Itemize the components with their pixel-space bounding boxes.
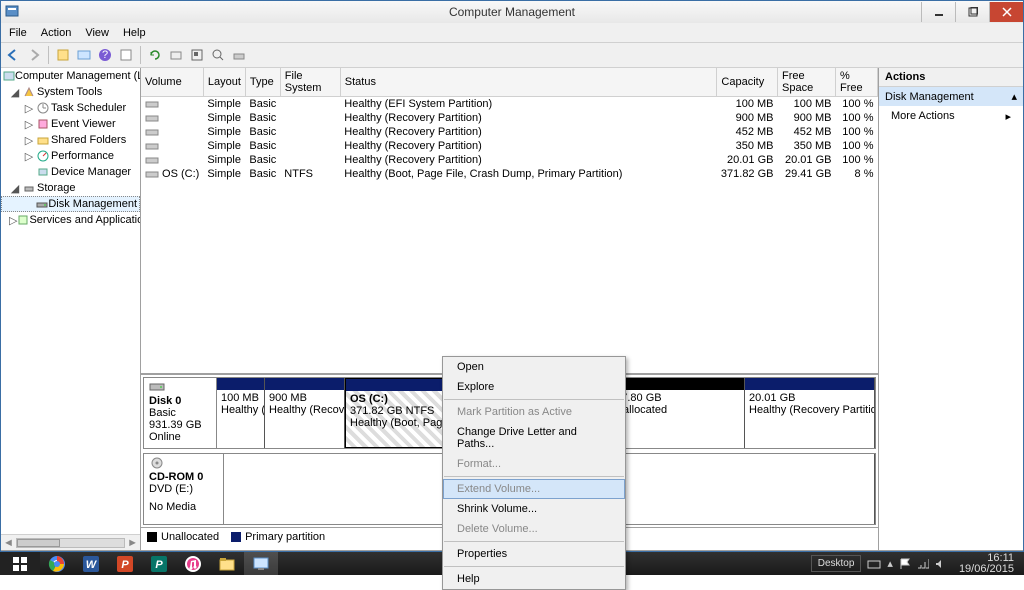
- forward-icon[interactable]: [25, 46, 43, 64]
- volume-row[interactable]: SimpleBasicHealthy (Recovery Partition)4…: [141, 125, 878, 139]
- partition[interactable]: 100 MBHealthy (E: [217, 378, 265, 448]
- volume-row[interactable]: SimpleBasicHealthy (Recovery Partition)3…: [141, 139, 878, 153]
- tray-clock[interactable]: 16:1119/06/2015: [953, 553, 1020, 575]
- toolbar-icon[interactable]: [54, 46, 72, 64]
- system-tray[interactable]: Desktop ▴ 16:1119/06/2015: [811, 553, 1024, 575]
- menu-file[interactable]: File: [3, 25, 33, 41]
- ctx-properties[interactable]: Properties: [443, 544, 625, 564]
- tree-shared-folders[interactable]: ▷Shared Folders: [1, 132, 140, 148]
- tray-up-icon[interactable]: ▴: [887, 557, 893, 570]
- submenu-arrow-icon: ▸: [1005, 110, 1011, 123]
- tree-device-manager[interactable]: Device Manager: [1, 164, 140, 180]
- toolbar-icon[interactable]: [230, 46, 248, 64]
- actions-section[interactable]: Disk Management▴: [879, 87, 1023, 106]
- tree-system-tools[interactable]: ◢System Tools: [1, 84, 140, 100]
- ctx-help[interactable]: Help: [443, 569, 625, 589]
- partition[interactable]: 537.80 GBUnallocated: [605, 378, 745, 448]
- cdrom-icon: [149, 457, 218, 469]
- disk-icon: [149, 381, 211, 393]
- svg-text:P: P: [121, 559, 129, 571]
- actions-pane: Actions Disk Management▴ More Actions▸: [879, 68, 1023, 550]
- volume-list[interactable]: Volume Layout Type File System Status Ca…: [141, 68, 878, 373]
- context-menu: Open Explore Mark Partition as Active Ch…: [442, 356, 626, 590]
- tree-scrollbar[interactable]: ◄►: [1, 534, 140, 550]
- tree-root[interactable]: Computer Management (Local: [1, 68, 140, 84]
- help-icon[interactable]: ?: [96, 46, 114, 64]
- toolbar-icon[interactable]: [117, 46, 135, 64]
- col-type[interactable]: Type: [245, 68, 280, 97]
- tray-network-icon[interactable]: [917, 558, 929, 570]
- start-button[interactable]: [0, 552, 40, 575]
- ctx-explore[interactable]: Explore: [443, 377, 625, 397]
- menubar: File Action View Help: [1, 23, 1023, 42]
- menu-help[interactable]: Help: [117, 25, 152, 41]
- actions-header: Actions: [879, 68, 1023, 87]
- toolbar: ?: [1, 42, 1023, 68]
- disk-0-header[interactable]: Disk 0 Basic 931.39 GB Online: [144, 378, 217, 448]
- tree-event-viewer[interactable]: ▷Event Viewer: [1, 116, 140, 132]
- svg-text:?: ?: [102, 49, 108, 61]
- menu-action[interactable]: Action: [35, 25, 78, 41]
- tree-task-scheduler[interactable]: ▷Task Scheduler: [1, 100, 140, 116]
- nav-tree: Computer Management (Local ◢System Tools…: [1, 68, 141, 550]
- taskbar-powerpoint[interactable]: P: [108, 552, 142, 575]
- svg-text:W: W: [86, 559, 98, 571]
- ctx-open[interactable]: Open: [443, 357, 625, 377]
- toolbar-icon[interactable]: [209, 46, 227, 64]
- taskbar-chrome[interactable]: [40, 552, 74, 575]
- taskbar-explorer[interactable]: [210, 552, 244, 575]
- back-icon[interactable]: [4, 46, 22, 64]
- menu-view[interactable]: View: [79, 25, 115, 41]
- ctx-delete-volume: Delete Volume...: [443, 519, 625, 539]
- col-capacity[interactable]: Capacity: [717, 68, 778, 97]
- window-title: Computer Management: [1, 5, 1023, 19]
- tree-performance[interactable]: ▷Performance: [1, 148, 140, 164]
- refresh-icon[interactable]: [146, 46, 164, 64]
- volume-row[interactable]: SimpleBasicHealthy (Recovery Partition)9…: [141, 111, 878, 125]
- cdrom-header[interactable]: CD-ROM 0 DVD (E:) No Media: [144, 454, 224, 524]
- volume-row[interactable]: SimpleBasicHealthy (EFI System Partition…: [141, 97, 878, 112]
- tray-keyboard-icon[interactable]: [867, 558, 881, 570]
- taskbar-compmgmt[interactable]: [244, 552, 278, 575]
- col-fs[interactable]: File System: [280, 68, 340, 97]
- ctx-format: Format...: [443, 454, 625, 474]
- collapse-icon[interactable]: ▴: [1011, 90, 1017, 103]
- toolbar-icon[interactable]: [75, 46, 93, 64]
- col-pct[interactable]: % Free: [836, 68, 878, 97]
- col-status[interactable]: Status: [340, 68, 717, 97]
- tray-sound-icon[interactable]: [935, 558, 947, 570]
- col-layout[interactable]: Layout: [203, 68, 245, 97]
- ctx-extend-volume: Extend Volume...: [443, 479, 625, 499]
- partition[interactable]: 900 MBHealthy (Recove: [265, 378, 345, 448]
- svg-text:P: P: [155, 559, 163, 571]
- titlebar[interactable]: Computer Management: [1, 1, 1023, 23]
- col-free[interactable]: Free Space: [778, 68, 836, 97]
- toolbar-icon[interactable]: [167, 46, 185, 64]
- taskbar-publisher[interactable]: P: [142, 552, 176, 575]
- tree-disk-management[interactable]: Disk Management: [1, 196, 140, 212]
- col-volume[interactable]: Volume: [141, 68, 203, 97]
- taskbar-itunes[interactable]: [176, 552, 210, 575]
- more-actions[interactable]: More Actions▸: [879, 106, 1023, 127]
- volume-row[interactable]: SimpleBasicHealthy (Recovery Partition)2…: [141, 153, 878, 167]
- volume-row[interactable]: OS (C:)SimpleBasicNTFSHealthy (Boot, Pag…: [141, 167, 878, 181]
- partition[interactable]: 20.01 GBHealthy (Recovery Partitio: [745, 378, 875, 448]
- ctx-shrink-volume[interactable]: Shrink Volume...: [443, 499, 625, 519]
- taskbar-word[interactable]: W: [74, 552, 108, 575]
- tree-services[interactable]: ▷Services and Applications: [1, 212, 140, 228]
- toolbar-icon[interactable]: [188, 46, 206, 64]
- ctx-change-letter[interactable]: Change Drive Letter and Paths...: [443, 422, 625, 454]
- tree-storage[interactable]: ◢Storage: [1, 180, 140, 196]
- tray-desktop[interactable]: Desktop: [811, 555, 862, 572]
- ctx-mark-active: Mark Partition as Active: [443, 402, 625, 422]
- tray-flag-icon[interactable]: [899, 558, 911, 570]
